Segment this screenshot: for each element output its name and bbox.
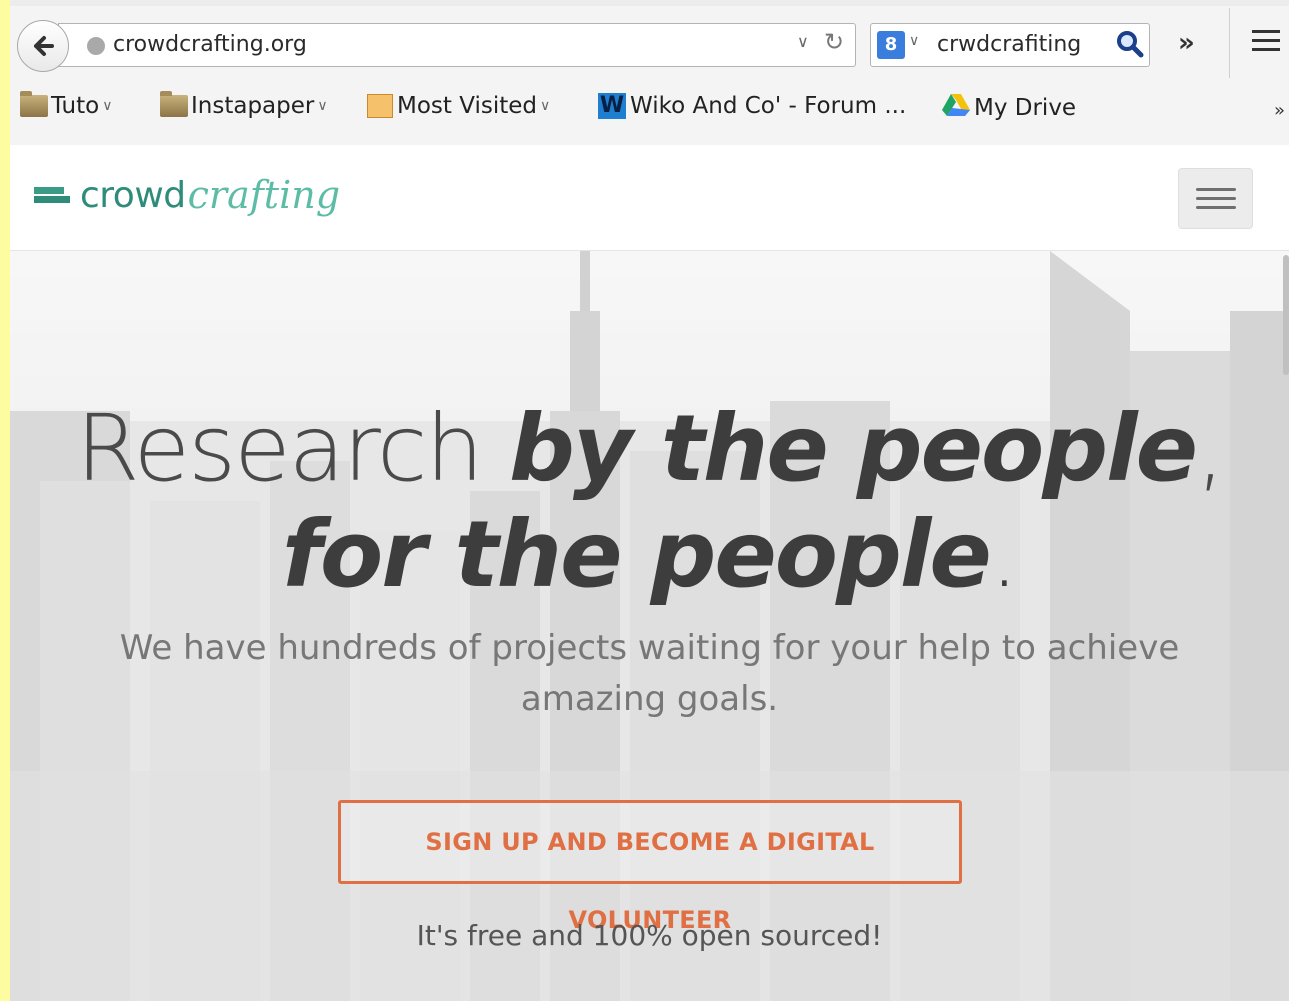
chevron-down-icon: ∨ [102, 98, 113, 114]
brand-text-script: crafting [187, 173, 341, 217]
hero-title-emphasis-1: by the people [509, 395, 1198, 502]
web-page: crowd crafting Research by the people, f… [10, 145, 1289, 1001]
site-menu-toggle-button[interactable] [1178, 168, 1253, 229]
site-globe-icon [87, 37, 105, 55]
search-input[interactable]: crwdcrafiting [937, 32, 1081, 57]
back-arrow-icon [34, 36, 54, 56]
chevron-down-icon: ∨ [540, 98, 551, 114]
hero-title-line-1: Research by the people, [10, 400, 1289, 498]
bookmark-most-visited[interactable]: Most Visited ∨ [367, 93, 550, 119]
bookmark-wiko-forum[interactable]: W Wiko And Co' - Forum ... [598, 93, 906, 119]
url-text[interactable]: crowdcrafting.org [113, 32, 307, 57]
reload-icon[interactable]: ↻ [824, 28, 844, 56]
url-dropdown-icon[interactable]: ∨ [797, 32, 809, 51]
url-bar[interactable]: crowdcrafting.org ∨ ↻ [58, 23, 856, 67]
bookmark-label: Tuto [51, 93, 100, 119]
bookmarks-toolbar: Tuto ∨ Instapaper ∨ Most Visited ∨ W Wik… [10, 88, 1289, 138]
hero-section: Research by the people, for the people. … [10, 251, 1289, 1001]
hero-title-period: . [989, 501, 1019, 608]
hero-title-comma: , [1196, 395, 1225, 502]
bookmark-label: My Drive [974, 95, 1077, 121]
chevron-down-icon: ∨ [317, 98, 328, 114]
search-engine-icon[interactable]: 8 [877, 31, 905, 59]
hero-subtitle: We have hundreds of projects waiting for… [119, 628, 1180, 719]
folder-icon [160, 91, 188, 117]
google-drive-icon [942, 93, 970, 123]
hero-title-line-2: for the people. [10, 506, 1289, 604]
tab-strip-edge [10, 0, 1289, 6]
site-navbar: crowd crafting [10, 145, 1289, 251]
back-button[interactable] [17, 20, 69, 72]
logo-mark-icon [34, 187, 70, 203]
bookmarks-overflow-icon[interactable]: » [1274, 100, 1285, 121]
search-engine-dropdown-icon[interactable]: ∨ [909, 33, 919, 49]
wiko-icon: W [598, 93, 626, 119]
bookmark-label: Most Visited [397, 93, 537, 119]
bookmark-my-drive[interactable]: My Drive [942, 93, 1076, 123]
bookmark-instapaper[interactable]: Instapaper ∨ [160, 91, 328, 119]
hero-title-emphasis-2: for the people [281, 501, 992, 608]
site-logo[interactable]: crowd crafting [34, 173, 340, 217]
bookmark-label: Wiko And Co' - Forum ... [630, 93, 907, 119]
page-scrollbar[interactable] [1283, 255, 1289, 375]
search-bar[interactable]: 8 ∨ crwdcrafiting [870, 23, 1150, 67]
open-source-note: It's free and 100% open sourced! [416, 919, 883, 952]
bookmark-label: Instapaper [191, 93, 315, 119]
brand-text: crowd [80, 174, 186, 216]
toolbar-overflow-icon[interactable]: » [1178, 28, 1195, 58]
browser-menu-icon[interactable] [1252, 30, 1280, 57]
hero-title-light: Research [75, 395, 509, 502]
signup-volunteer-button[interactable]: SIGN UP AND BECOME A DIGITAL VOLUNTEER [338, 800, 962, 934]
toolbar-divider [1229, 8, 1230, 78]
bookmark-tuto[interactable]: Tuto ∨ [20, 91, 113, 119]
search-magnifier-icon[interactable] [1115, 29, 1145, 63]
most-visited-icon [367, 94, 393, 118]
folder-icon [20, 91, 48, 117]
